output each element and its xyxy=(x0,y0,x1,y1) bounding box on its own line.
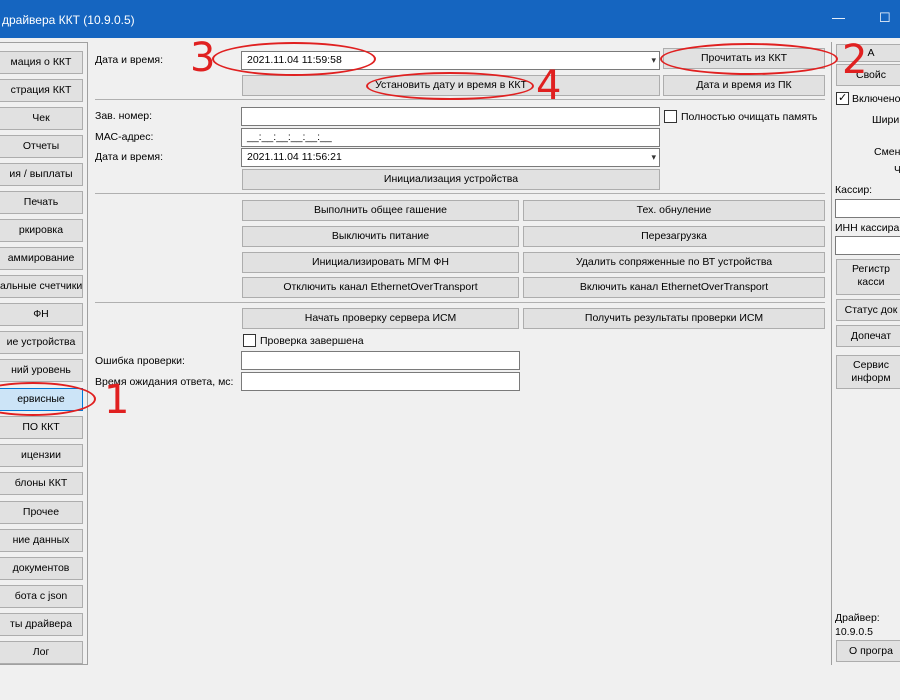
sidebar-item[interactable]: мация о ККТ xyxy=(0,51,83,74)
chevron-down-icon: ▾ xyxy=(651,152,656,162)
clear-memory-label: Полностью очищать память xyxy=(681,111,818,123)
register-cashier-button[interactable]: Регистр касси xyxy=(836,259,900,295)
bottom-strip xyxy=(0,668,900,700)
sidebar-item[interactable]: страция ККТ xyxy=(0,79,83,102)
remove-bt-devices-button[interactable]: Удалить сопряженные по ВТ устройства xyxy=(523,252,825,273)
ch-label: Ч xyxy=(894,164,900,176)
check-error-input[interactable] xyxy=(241,351,520,370)
cashier-label: Кассир: xyxy=(835,184,873,196)
sidebar-item[interactable]: ты драйвера xyxy=(0,613,83,636)
datetime2-value: 2021.11.04 11:56:21 xyxy=(247,151,342,163)
annotation-number-3: 3 xyxy=(190,35,216,81)
sidebar-item[interactable]: альные счетчики xyxy=(0,275,83,298)
cashier-inn-label: ИНН кассира: xyxy=(835,222,900,234)
sidebar-item[interactable]: Прочее xyxy=(0,501,83,524)
service-info-line1: Сервис xyxy=(853,359,889,371)
annotation-oval-4 xyxy=(366,72,534,100)
sidebar-item[interactable]: ркировка xyxy=(0,219,83,242)
register-cashier-line1: Регистр xyxy=(852,263,890,275)
sidebar-item[interactable]: ПО ККТ xyxy=(0,416,83,439)
sidebar-item[interactable]: Чек xyxy=(0,107,83,130)
full-clear-button[interactable]: Выполнить общее гашение xyxy=(242,200,519,221)
doc-status-button[interactable]: Статус док xyxy=(836,299,900,321)
minimize-button[interactable]: — xyxy=(832,10,845,26)
power-off-button[interactable]: Выключить питание xyxy=(242,226,519,247)
register-cashier-line2: касси xyxy=(857,276,885,288)
init-mgm-fn-button[interactable]: Инициализировать МГМ ФН xyxy=(242,252,519,273)
sidebar-item[interactable]: Отчеты xyxy=(0,135,83,158)
mac-label: МАС-адрес: xyxy=(95,131,154,143)
right-panel: А Свойс Включено Шири Смен Ч Кассир: ИНН… xyxy=(831,42,900,665)
enabled-label: Включено xyxy=(852,93,900,105)
sidebar-item[interactable]: ФН xyxy=(0,303,83,326)
sidebar-item[interactable]: Лог xyxy=(0,641,83,664)
check-done-checkbox[interactable] xyxy=(243,334,256,347)
sidebar-item[interactable]: блоны ККТ xyxy=(0,472,83,495)
serial-input[interactable] xyxy=(241,107,660,126)
timeout-input[interactable] xyxy=(241,372,520,391)
width-label: Шири xyxy=(872,114,900,126)
separator xyxy=(95,302,825,303)
ism-start-button[interactable]: Начать проверку сервера ИСМ xyxy=(242,308,519,329)
sidebar-item[interactable]: документов xyxy=(0,557,83,580)
tech-reset-button[interactable]: Тех. обнуление xyxy=(523,200,825,221)
datetime2-combo[interactable]: 2021.11.04 11:56:21 ▾ xyxy=(241,148,660,167)
title-bar: драйвера ККТ (10.9.0.5) — ☐ xyxy=(0,0,900,38)
service-info-button[interactable]: Сервис информ xyxy=(836,355,900,389)
serial-label: Зав. номер: xyxy=(95,110,153,122)
reboot-button[interactable]: Перезагрузка xyxy=(523,226,825,247)
sidebar-item[interactable]: ние данных xyxy=(0,529,83,552)
sidebar-item[interactable]: бота с json xyxy=(0,585,83,608)
sidebar-item[interactable]: ицензии xyxy=(0,444,83,467)
sidebar-item[interactable]: ия / выплаты xyxy=(0,163,83,186)
annotation-oval-3 xyxy=(212,42,376,76)
enabled-checkbox[interactable] xyxy=(836,91,849,105)
separator xyxy=(95,193,825,194)
datetime-from-pc-button[interactable]: Дата и время из ПК xyxy=(663,75,825,96)
sidebar-item[interactable]: аммирование xyxy=(0,247,83,270)
disable-eot-button[interactable]: Отключить канал EthernetOverTransport xyxy=(242,277,519,298)
sidebar-item[interactable]: Печать xyxy=(0,191,83,214)
datetime2-label: Дата и время: xyxy=(95,151,164,163)
service-info-line2: информ xyxy=(851,372,891,384)
sidebar-item[interactable]: ний уровень xyxy=(0,359,83,382)
sidebar-nav: мация о ККТ страция ККТ Чек Отчеты ия / … xyxy=(0,42,88,665)
window-title: драйвера ККТ (10.9.0.5) xyxy=(2,13,135,27)
annotation-oval-2 xyxy=(660,43,838,75)
ism-results-button[interactable]: Получить результаты проверки ИСМ xyxy=(523,308,825,329)
datetime-label: Дата и время: xyxy=(95,54,164,66)
init-device-button[interactable]: Инициализация устройства xyxy=(242,169,660,190)
check-done-label: Проверка завершена xyxy=(260,335,364,347)
cashier-inn-input[interactable] xyxy=(835,236,900,255)
enable-eot-button[interactable]: Включить канал EthernetOverTransport xyxy=(523,277,825,298)
maximize-button[interactable]: ☐ xyxy=(879,10,891,26)
reprint-button[interactable]: Допечат xyxy=(836,325,900,347)
mac-input[interactable]: __:__:__:__:__:__ xyxy=(241,128,660,147)
about-button[interactable]: О програ xyxy=(836,640,900,662)
shift-label: Смен xyxy=(874,146,900,158)
sidebar-item[interactable]: ие устройства xyxy=(0,331,83,354)
annotation-number-4: 4 xyxy=(536,63,562,109)
chevron-down-icon: ▾ xyxy=(651,55,656,65)
annotation-number-2: 2 xyxy=(842,37,868,83)
driver-label: Драйвер: xyxy=(835,612,880,624)
driver-version: 10.9.0.5 xyxy=(835,626,873,638)
check-error-label: Ошибка проверки: xyxy=(95,355,185,367)
clear-memory-checkbox[interactable] xyxy=(664,110,677,123)
annotation-number-1: 1 xyxy=(104,377,130,423)
cashier-input[interactable] xyxy=(835,199,900,218)
